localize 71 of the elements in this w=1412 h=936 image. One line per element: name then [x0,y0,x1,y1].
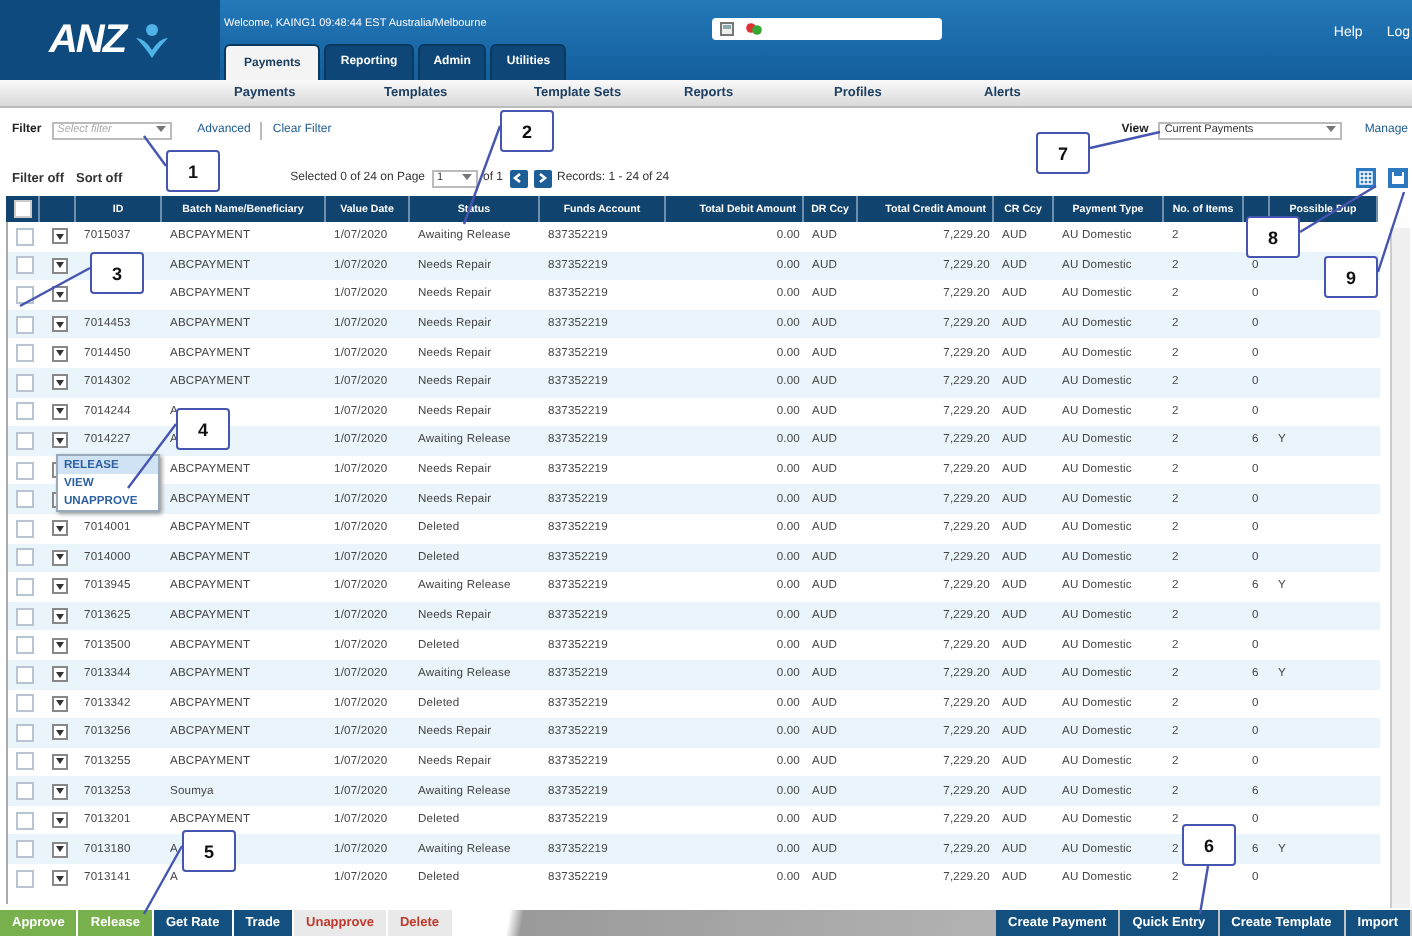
row-checkbox[interactable] [16,665,34,684]
caret-icon [461,174,471,182]
row-checkbox[interactable] [16,285,34,304]
row-menu-toggle[interactable] [52,608,68,625]
row-menu-toggle[interactable] [52,578,68,595]
row-checkbox[interactable] [16,607,34,626]
leader-line [143,135,167,167]
row-menu-toggle[interactable] [52,286,68,303]
previous-button[interactable] [509,169,528,187]
callout-number: 2 [500,110,554,152]
row-checkbox[interactable] [16,723,34,742]
leader-line [19,266,91,308]
callout-number: 8 [1246,216,1300,258]
row-menu-toggle[interactable] [52,520,68,537]
caret-icon [155,126,166,134]
row-menu-toggle[interactable] [52,403,68,420]
scrollbar[interactable] [1390,228,1410,908]
row-menu-toggle[interactable] [52,316,68,333]
row-checkbox[interactable] [16,256,34,275]
row-menu-toggle[interactable] [52,783,68,800]
row-menu-toggle[interactable] [52,666,68,683]
leader-line [462,125,502,225]
row-checkbox[interactable] [16,548,34,567]
row-menu-toggle[interactable] [52,257,68,274]
callout-number: 6 [1182,824,1236,866]
row-menu-toggle[interactable] [52,812,68,829]
callout-number: 3 [90,252,144,294]
row-menu-toggle[interactable] [52,549,68,566]
row-checkbox[interactable] [16,461,34,480]
logo-text: ANZ [48,17,126,63]
row-checkbox[interactable] [16,315,34,334]
row-menu-toggle[interactable] [52,374,68,391]
next-button[interactable] [533,169,552,187]
row-checkbox[interactable] [16,782,34,801]
row-checkbox[interactable] [16,869,34,888]
callout-number: 1 [166,150,220,192]
row-menu-toggle[interactable] [52,345,68,362]
save-icon[interactable] [1388,168,1408,188]
row-checkbox[interactable] [16,840,34,859]
row-checkbox[interactable] [16,227,34,246]
leader-line [142,845,184,915]
row-checkbox[interactable] [16,431,34,450]
row-checkbox[interactable] [16,490,34,509]
callout-number: 4 [176,408,230,450]
row-menu-toggle[interactable] [52,841,68,858]
row-checkbox[interactable] [16,636,34,655]
caret-icon [1326,126,1337,134]
row-checkbox[interactable] [16,694,34,713]
leader-line [1089,130,1161,150]
select-all-checkbox[interactable] [13,200,31,218]
row-checkbox[interactable] [16,373,34,392]
document-icon[interactable] [720,22,734,36]
row-checkbox[interactable] [16,402,34,421]
logo-icon [131,22,172,58]
row-checkbox[interactable] [16,344,34,363]
row-menu-toggle[interactable] [52,870,68,887]
row-checkbox[interactable] [16,811,34,830]
row-menu-toggle[interactable] [52,432,68,449]
row-checkbox[interactable] [16,752,34,771]
row-menu-toggle[interactable] [52,724,68,741]
callout-number: 9 [1324,256,1378,298]
callout-number: 5 [182,830,236,872]
row-menu-toggle[interactable] [52,695,68,712]
leader-line [1198,865,1210,915]
row-checkbox[interactable] [16,577,34,596]
row-menu-toggle[interactable] [52,753,68,770]
callout-number: 7 [1036,132,1090,174]
row-menu-toggle[interactable] [52,637,68,654]
row-checkbox[interactable] [16,519,34,538]
row-menu-toggle[interactable] [52,228,68,245]
grid-icon[interactable] [1356,168,1376,188]
